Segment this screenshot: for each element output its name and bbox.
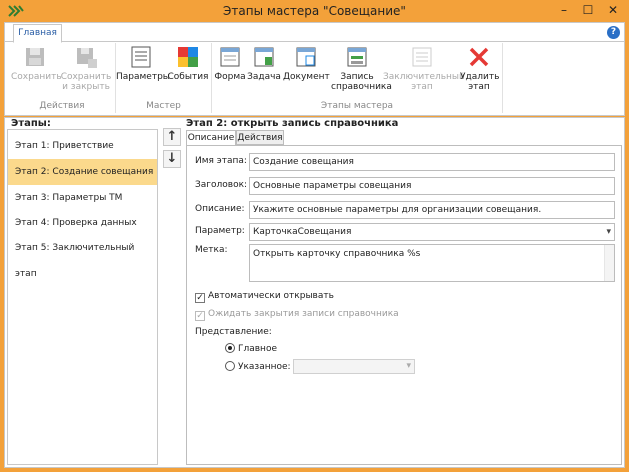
group-wizard: Мастер <box>146 101 181 111</box>
mark-label: Метка: <box>195 245 228 255</box>
chevron-down-icon: ▾ <box>406 361 411 371</box>
save-button[interactable]: Сохранить <box>11 45 62 82</box>
window: Этапы мастера "Совещание" – ☐ ✕ Главная … <box>0 0 629 472</box>
auto-open-checkbox[interactable]: ✓ Автоматически открывать <box>195 291 334 303</box>
wait-close-checkbox[interactable]: ✓ Ожидать закрытия записи справочника <box>195 309 399 321</box>
mark-textarea[interactable]: Открыть карточку справочника %s <box>249 244 615 282</box>
parameter-value: КарточкаСовещания <box>253 227 352 237</box>
view-main-radio[interactable]: Главное <box>225 343 277 354</box>
save-close-label-1: Сохранить <box>60 72 112 82</box>
maximize-button[interactable]: ☐ <box>576 0 600 20</box>
save-close-label-2: и закрыть <box>62 82 110 92</box>
document-button[interactable]: Документ <box>283 45 330 82</box>
group-stages: Этапы мастера <box>320 101 394 111</box>
stage-item[interactable]: Этап 1: Приветствие <box>8 133 157 159</box>
window-title: Этапы мастера "Совещание" <box>223 4 406 18</box>
help-icon[interactable]: ? <box>607 26 620 39</box>
stages-label: Этапы: <box>11 118 51 129</box>
parameter-label: Параметр: <box>195 226 245 236</box>
delete-stage-label-1: Удалить <box>460 72 500 82</box>
title-bar: Этапы мастера "Совещание" – ☐ ✕ <box>0 0 629 22</box>
parameter-select[interactable]: КарточкаСовещания ▾ <box>249 223 615 241</box>
stage-header: Этап 2: открыть запись справочника <box>186 118 399 129</box>
document-label: Документ <box>283 72 330 82</box>
document-icon <box>296 47 316 67</box>
radio-selected-icon <box>225 343 235 353</box>
name-input[interactable]: Создание совещания <box>249 153 615 171</box>
view-label: Представление: <box>195 327 272 337</box>
name-label: Имя этапа: <box>195 156 247 166</box>
delete-stage-label-2: этап <box>468 82 490 92</box>
params-button[interactable]: Параметры <box>116 45 170 82</box>
view-main-label: Главное <box>238 344 277 354</box>
heading-label: Заголовок: <box>195 180 248 190</box>
stage-item[interactable]: Этап 5: Заключительный этап <box>8 235 157 279</box>
stage-item[interactable]: Этап 3: Параметры ТМ <box>8 185 157 211</box>
final-stage-icon <box>412 47 432 67</box>
stage-item[interactable]: Этап 4: Проверка данных <box>8 210 157 236</box>
move-up-arrow-icon[interactable]: ↑ <box>163 128 181 146</box>
checkbox-checked-icon: ✓ <box>195 293 205 303</box>
list-icon <box>131 46 151 68</box>
ribbon-tabs: Главная ? <box>5 23 624 43</box>
tab-description[interactable]: Описание <box>186 130 236 146</box>
specified-view-select[interactable]: ▾ <box>293 359 415 374</box>
chevron-down-icon: ▾ <box>606 227 611 237</box>
auto-open-label: Автоматически открывать <box>208 291 334 301</box>
save-close-button[interactable]: Сохранить и закрыть <box>60 45 112 92</box>
ribbon: Главная ? Сохранить Сохранить и закрыть … <box>4 22 625 116</box>
task-label: Задача <box>247 72 281 82</box>
radio-icon <box>225 361 235 371</box>
stage-item-selected[interactable]: Этап 2: Создание совещания <box>8 159 157 185</box>
task-button[interactable]: Задача <box>247 45 281 82</box>
ref-record-icon <box>347 47 367 67</box>
checkbox-checked-icon: ✓ <box>195 311 205 321</box>
ref-record-label-1: Запись <box>340 72 374 82</box>
main-area: Этапы: Этап 1: Приветствие Этап 2: Созда… <box>4 117 625 468</box>
separator <box>502 43 503 113</box>
final-stage-button[interactable]: Заключительный этап <box>383 45 465 92</box>
description-input[interactable]: Укажите основные параметры для организац… <box>249 201 615 219</box>
mark-value: Открыть карточку справочника %s <box>253 249 421 259</box>
save-label: Сохранить <box>11 72 62 82</box>
form-label: Форма <box>214 72 246 82</box>
events-icon <box>178 47 198 67</box>
delete-stage-button[interactable]: Удалить этап <box>460 45 500 92</box>
final-stage-label-1: Заключительный <box>383 72 465 82</box>
group-actions: Действия <box>39 101 85 111</box>
description-label: Описание: <box>195 204 245 214</box>
save-icon <box>26 48 44 66</box>
form-button[interactable]: Форма <box>213 45 247 82</box>
tab-main[interactable]: Главная <box>13 24 62 43</box>
description-panel: Имя этапа: Создание совещания Заголовок:… <box>186 145 622 465</box>
task-icon <box>254 47 274 67</box>
final-stage-label-2: этап <box>411 82 433 92</box>
params-label: Параметры <box>116 72 170 82</box>
scrollbar[interactable] <box>604 245 614 281</box>
heading-input[interactable]: Основные параметры совещания <box>249 177 615 195</box>
wait-close-label: Ожидать закрытия записи справочника <box>208 309 399 319</box>
save-close-icon <box>77 48 97 68</box>
form-icon <box>220 47 240 67</box>
close-button[interactable]: ✕ <box>600 0 626 20</box>
events-button[interactable]: События <box>167 45 209 82</box>
move-down-arrow-icon[interactable]: ↓ <box>163 150 181 168</box>
ref-record-button[interactable]: Запись справочника <box>331 45 392 92</box>
events-label: События <box>167 72 209 82</box>
view-specified-radio[interactable]: Указанное: <box>225 361 291 372</box>
stage-list[interactable]: Этап 1: Приветствие Этап 2: Создание сов… <box>7 129 158 465</box>
minimize-button[interactable]: – <box>552 0 576 20</box>
tab-actions[interactable]: Действия <box>236 130 284 145</box>
view-specified-label: Указанное: <box>238 362 291 372</box>
delete-icon <box>469 47 489 67</box>
